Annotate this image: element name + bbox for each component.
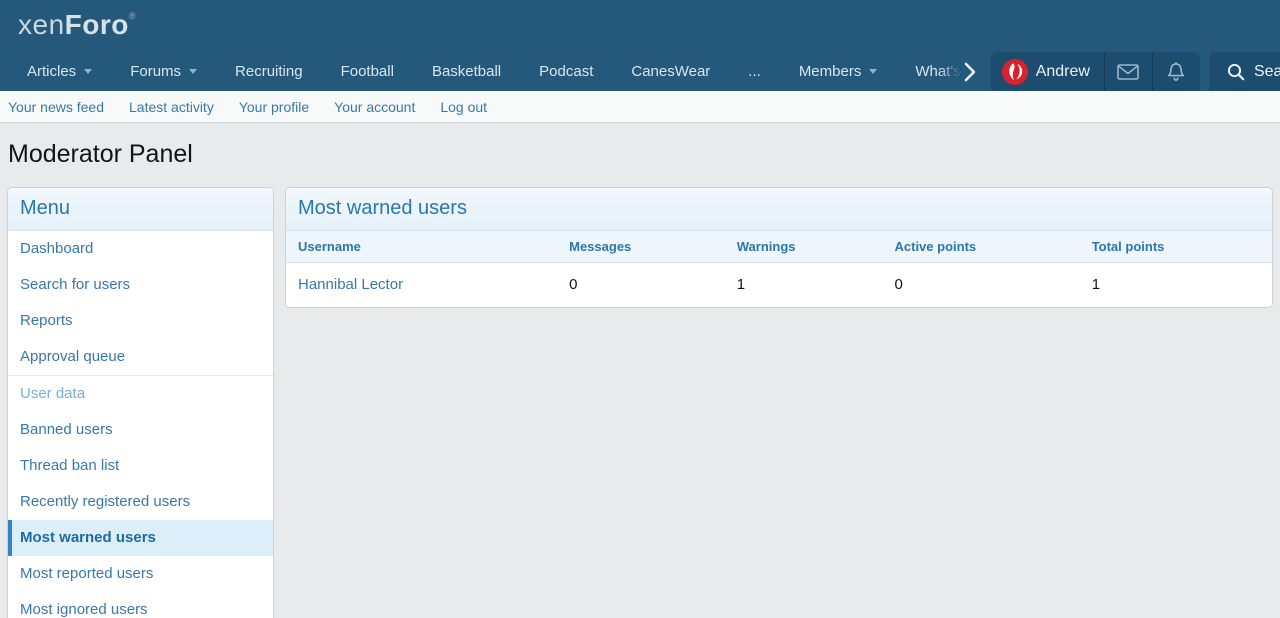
sidebar-item-dashboard[interactable]: Dashboard <box>8 231 273 267</box>
nav-item-more[interactable]: ... <box>729 52 780 91</box>
nav-item-label: Members <box>799 63 862 80</box>
subnav-your-account[interactable]: Your account <box>334 99 415 115</box>
column-header-messages[interactable]: Messages <box>557 231 725 263</box>
column-header-username[interactable]: Username <box>286 231 557 263</box>
sidebar-item-approval-queue[interactable]: Approval queue <box>8 339 273 375</box>
column-header-active-points[interactable]: Active points <box>883 231 1080 263</box>
chevron-down-icon <box>84 69 92 74</box>
bell-icon <box>1167 62 1185 82</box>
nav-item-label: Articles <box>27 63 76 80</box>
nav-item-label: Recruiting <box>235 63 303 80</box>
nav-item-label: CanesWear <box>631 63 710 80</box>
inbox-mail-button[interactable] <box>1105 52 1152 91</box>
nav-item-label: ... <box>748 63 761 80</box>
column-header-total-points[interactable]: Total points <box>1080 231 1272 263</box>
table-row: Hannibal Lector 0 1 0 1 <box>286 263 1272 308</box>
sidebar-item-banned-users[interactable]: Banned users <box>8 412 273 448</box>
active-points-value: 0 <box>883 263 1080 308</box>
nav-item-podcast[interactable]: Podcast <box>520 52 612 91</box>
user-name-label: Andrew <box>1036 63 1090 81</box>
search-icon <box>1227 63 1245 81</box>
nav-right-cluster: Andrew Search <box>961 52 1280 91</box>
nav-item-caneswear[interactable]: CanesWear <box>612 52 729 91</box>
site-logo[interactable]: xenForo® <box>18 9 136 41</box>
subnav-log-out[interactable]: Log out <box>440 99 487 115</box>
logo-text-light: xen <box>18 9 65 40</box>
nav-item-label: Football <box>341 63 394 80</box>
sidebar-section-user-data: User data <box>8 375 273 412</box>
column-header-warnings[interactable]: Warnings <box>725 231 883 263</box>
nav-item-label: Basketball <box>432 63 501 80</box>
nav-item-articles[interactable]: Articles <box>8 52 111 91</box>
menu-panel-title: Menu <box>8 188 273 231</box>
subnav-latest-activity[interactable]: Latest activity <box>129 99 214 115</box>
nav-item-label: Podcast <box>539 63 593 80</box>
username-link[interactable]: Hannibal Lector <box>286 263 557 308</box>
nav-item-football[interactable]: Football <box>322 52 413 91</box>
nav-item-label: Forums <box>130 63 181 80</box>
nav-item-forums[interactable]: Forums <box>111 52 216 91</box>
content-layout: Menu Dashboard Search for users Reports … <box>0 187 1280 618</box>
chevron-down-icon <box>189 69 197 74</box>
main-panel-title: Most warned users <box>286 188 1272 231</box>
moderator-menu-panel: Menu Dashboard Search for users Reports … <box>7 187 274 618</box>
primary-nav: Articles Forums Recruiting Football Bask… <box>0 52 1280 91</box>
mail-icon <box>1117 64 1139 80</box>
nav-fade-overlay <box>939 52 961 91</box>
warnings-value: 1 <box>725 263 883 308</box>
registered-trademark: ® <box>129 11 136 21</box>
logo-text-bold: Foro <box>65 9 129 40</box>
user-account-tab: Andrew <box>991 52 1200 91</box>
sidebar-item-search-for-users[interactable]: Search for users <box>8 267 273 303</box>
most-warned-users-panel: Most warned users Username Messages Warn… <box>285 187 1273 308</box>
nav-item-basketball[interactable]: Basketball <box>413 52 520 91</box>
sidebar-item-reports[interactable]: Reports <box>8 303 273 339</box>
sidebar-item-thread-ban-list[interactable]: Thread ban list <box>8 448 273 484</box>
table-header-row: Username Messages Warnings Active points… <box>286 231 1272 263</box>
nav-scroll-chevron-right-icon[interactable] <box>963 61 977 83</box>
nav-item-members[interactable]: Members <box>780 52 897 91</box>
sidebar-item-most-reported-users[interactable]: Most reported users <box>8 556 273 592</box>
page-title: Moderator Panel <box>8 140 1272 169</box>
alerts-bell-button[interactable] <box>1153 52 1200 91</box>
menu-items: Dashboard Search for users Reports Appro… <box>8 231 273 618</box>
most-warned-users-table: Username Messages Warnings Active points… <box>286 231 1272 307</box>
user-avatar <box>1002 59 1028 85</box>
subnav-your-news-feed[interactable]: Your news feed <box>8 99 104 115</box>
sidebar-item-most-warned-users[interactable]: Most warned users <box>8 520 273 556</box>
search-label: Search <box>1254 63 1280 81</box>
sidebar-item-most-ignored-users[interactable]: Most ignored users <box>8 592 273 618</box>
user-subnav: Your news feed Latest activity Your prof… <box>0 91 1280 123</box>
subnav-your-profile[interactable]: Your profile <box>239 99 309 115</box>
search-button[interactable]: Search <box>1209 52 1280 91</box>
total-points-value: 1 <box>1080 263 1272 308</box>
messages-value: 0 <box>557 263 725 308</box>
site-header: xenForo® Articles Forums Recruiting Foot… <box>0 0 1280 91</box>
nav-item-whats-new[interactable]: What's <box>896 52 960 91</box>
sidebar-item-recently-registered-users[interactable]: Recently registered users <box>8 484 273 520</box>
user-menu-button[interactable]: Andrew <box>991 52 1104 91</box>
primary-nav-items: Articles Forums Recruiting Football Bask… <box>0 52 961 91</box>
nav-item-recruiting[interactable]: Recruiting <box>216 52 322 91</box>
chevron-down-icon <box>869 69 877 74</box>
